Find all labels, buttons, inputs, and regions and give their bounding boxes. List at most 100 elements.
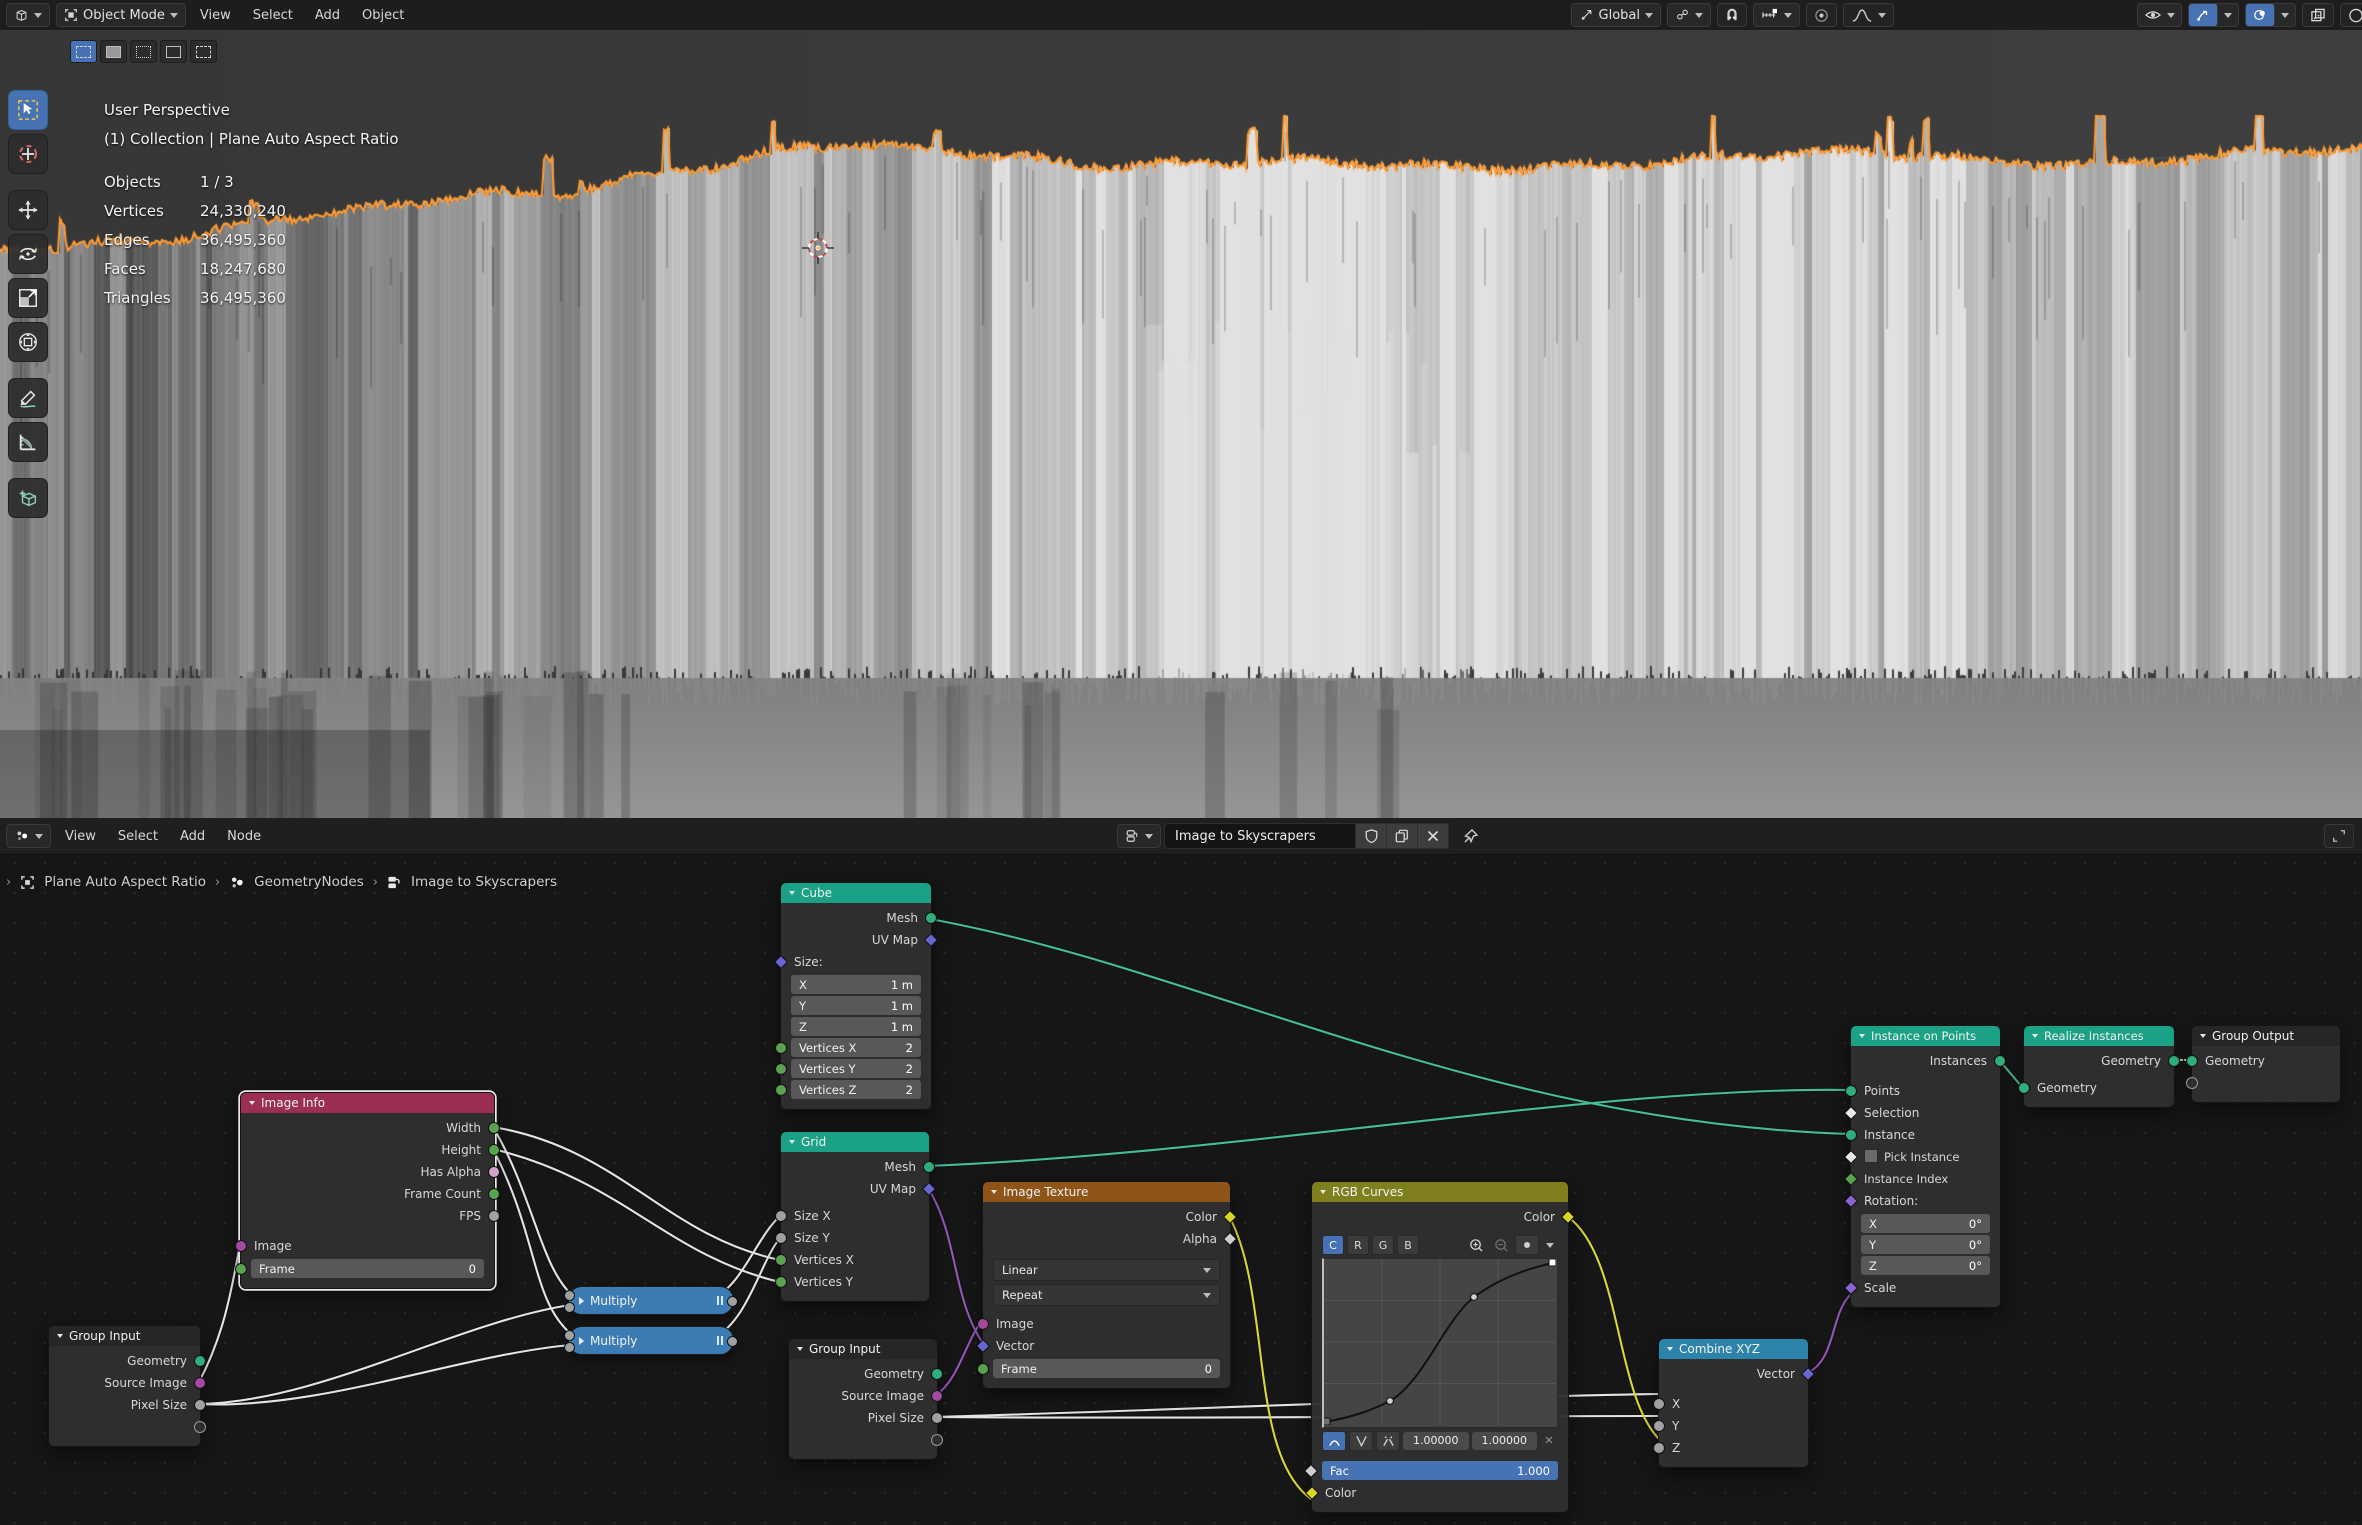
pixel-size-socket[interactable] (194, 1399, 206, 1411)
value-socket[interactable] (564, 1302, 575, 1313)
output-color[interactable]: Color (983, 1206, 1230, 1228)
tool-select-box[interactable] (8, 90, 48, 130)
y-socket[interactable] (1653, 1420, 1665, 1432)
output-mesh[interactable]: Mesh (781, 907, 931, 929)
input-instance[interactable]: Instance (1851, 1124, 2000, 1146)
x-socket[interactable] (1653, 1398, 1665, 1410)
xray-toggle[interactable] (2302, 3, 2334, 27)
value-socket[interactable] (564, 1290, 575, 1301)
output-mesh[interactable]: Mesh (781, 1156, 929, 1178)
frame-socket[interactable] (235, 1263, 247, 1275)
image-socket[interactable] (977, 1318, 989, 1330)
vertices-x-field[interactable]: Vertices X2 (791, 1038, 921, 1057)
node-instance-on-points[interactable]: Instance on Points Instances Points Sele… (1850, 1025, 2001, 1308)
node-group-input-2[interactable]: Group Input Geometry Source Image Pixel … (788, 1338, 938, 1460)
expand-icon[interactable] (579, 1297, 584, 1305)
geometry-socket[interactable] (2168, 1055, 2180, 1067)
zoom-out-button[interactable] (1490, 1236, 1512, 1254)
image-socket[interactable] (235, 1240, 247, 1252)
tool-move[interactable] (8, 190, 48, 230)
source-image-socket[interactable] (194, 1377, 206, 1389)
output-virtual[interactable] (49, 1416, 200, 1438)
select-mode-invert[interactable] (160, 40, 187, 63)
node-realize-instances[interactable]: Realize Instances Geometry Geometry (2023, 1025, 2175, 1108)
value-socket[interactable] (564, 1330, 575, 1341)
points-socket[interactable] (1845, 1085, 1857, 1097)
tool-transform[interactable] (8, 322, 48, 362)
input-y[interactable]: Y (1659, 1415, 1808, 1437)
node-image-info[interactable]: Image Info Width Height Has Alpha Frame … (240, 1092, 495, 1289)
show-gizmo-group[interactable] (2137, 3, 2182, 27)
menu-object[interactable]: Object (351, 8, 415, 23)
collapse-icon[interactable] (789, 1140, 795, 1144)
virtual-socket[interactable] (931, 1434, 943, 1446)
node-group-output[interactable]: Group Output Geometry (2191, 1025, 2341, 1103)
collapse-icon[interactable] (789, 891, 795, 895)
output-source-image[interactable]: Source Image (49, 1372, 200, 1394)
overlays-toggle[interactable] (2246, 4, 2275, 26)
tool-cursor[interactable] (8, 134, 48, 174)
proportional-falloff-dropdown[interactable] (1843, 3, 1894, 27)
fac-slider[interactable]: Fac1.000 (1322, 1461, 1558, 1480)
output-uv-map[interactable]: UV Map (781, 1178, 929, 1200)
output-fps[interactable]: FPS (241, 1205, 494, 1227)
node-image-texture[interactable]: Image Texture Color Alpha Linear Repeat … (982, 1181, 1231, 1389)
rotation-x-field[interactable]: X0° (1861, 1214, 1990, 1233)
output-geometry[interactable]: Geometry (2024, 1050, 2174, 1072)
snap-toggle[interactable] (1717, 3, 1747, 27)
collapse-icon[interactable] (2200, 1034, 2206, 1038)
mesh-socket[interactable] (923, 1161, 935, 1173)
point-y-field[interactable]: 1.00000 (1472, 1432, 1538, 1450)
input-vertices-x[interactable]: Vertices X (781, 1249, 929, 1271)
point-x-field[interactable]: 1.00000 (1403, 1432, 1469, 1450)
mode-dropdown[interactable]: Object Mode (56, 3, 186, 27)
input-size[interactable]: Size: (781, 951, 931, 973)
size-z-field[interactable]: Z1 m (791, 1017, 921, 1036)
extension-dropdown[interactable]: Repeat (993, 1284, 1220, 1306)
output-virtual[interactable] (789, 1429, 937, 1451)
gizmos-toggle[interactable] (2189, 4, 2218, 26)
vertices-y-socket[interactable] (775, 1276, 787, 1288)
input-size-x[interactable]: Size X (781, 1205, 929, 1227)
curve-options-button[interactable] (1515, 1235, 1539, 1255)
select-mode-extend[interactable] (100, 40, 127, 63)
visibility-dropdown[interactable] (2138, 4, 2181, 26)
vertices-y-field[interactable]: Vertices Y2 (791, 1059, 921, 1078)
size-y-field[interactable]: Y1 m (791, 996, 921, 1015)
width-socket[interactable] (488, 1122, 500, 1134)
input-rotation[interactable]: Rotation: (1851, 1190, 2000, 1212)
has-alpha-socket[interactable] (488, 1166, 500, 1178)
frame-count-socket[interactable] (488, 1188, 500, 1200)
virtual-socket[interactable] (2186, 1077, 2198, 1089)
input-pick-instance[interactable]: Pick Instance (1851, 1146, 2000, 1168)
zoom-in-button[interactable] (1465, 1236, 1487, 1254)
fps-socket[interactable] (488, 1210, 500, 1222)
size-x-socket[interactable] (775, 1210, 787, 1222)
output-alpha[interactable]: Alpha (983, 1228, 1230, 1250)
rotation-z-field[interactable]: Z0° (1861, 1256, 1990, 1275)
geometry-socket[interactable] (2018, 1082, 2030, 1094)
node-rgb-curves[interactable]: RGB Curves Color C R G B (1311, 1181, 1569, 1513)
output-pixel-size[interactable]: Pixel Size (49, 1394, 200, 1416)
vertices-z-socket[interactable] (775, 1084, 787, 1096)
handle-auto-clamped-button[interactable] (1376, 1431, 1400, 1451)
virtual-socket[interactable] (194, 1421, 206, 1433)
mesh-socket[interactable] (925, 912, 937, 924)
channel-r-button[interactable]: R (1347, 1235, 1369, 1255)
select-mode-new[interactable] (70, 40, 97, 63)
collapse-icon[interactable] (249, 1101, 255, 1105)
select-mode-intersect[interactable] (190, 40, 217, 63)
gizmos-dropdown[interactable] (2218, 4, 2238, 26)
vertices-x-socket[interactable] (775, 1042, 787, 1054)
menu-view[interactable]: View (189, 8, 242, 23)
output-instances[interactable]: Instances (1851, 1050, 2000, 1072)
output-source-image[interactable]: Source Image (789, 1385, 937, 1407)
input-instance-index[interactable]: Instance Index (1851, 1168, 2000, 1190)
pick-instance-checkbox[interactable] (1864, 1149, 1878, 1163)
rotation-y-field[interactable]: Y0° (1861, 1235, 1990, 1254)
node-group-input-1[interactable]: Group Input Geometry Source Image Pixel … (48, 1325, 201, 1447)
input-virtual[interactable] (2192, 1072, 2340, 1094)
instance-socket[interactable] (1845, 1129, 1857, 1141)
tool-scale[interactable] (8, 278, 48, 318)
collapse-icon[interactable] (1859, 1034, 1865, 1038)
